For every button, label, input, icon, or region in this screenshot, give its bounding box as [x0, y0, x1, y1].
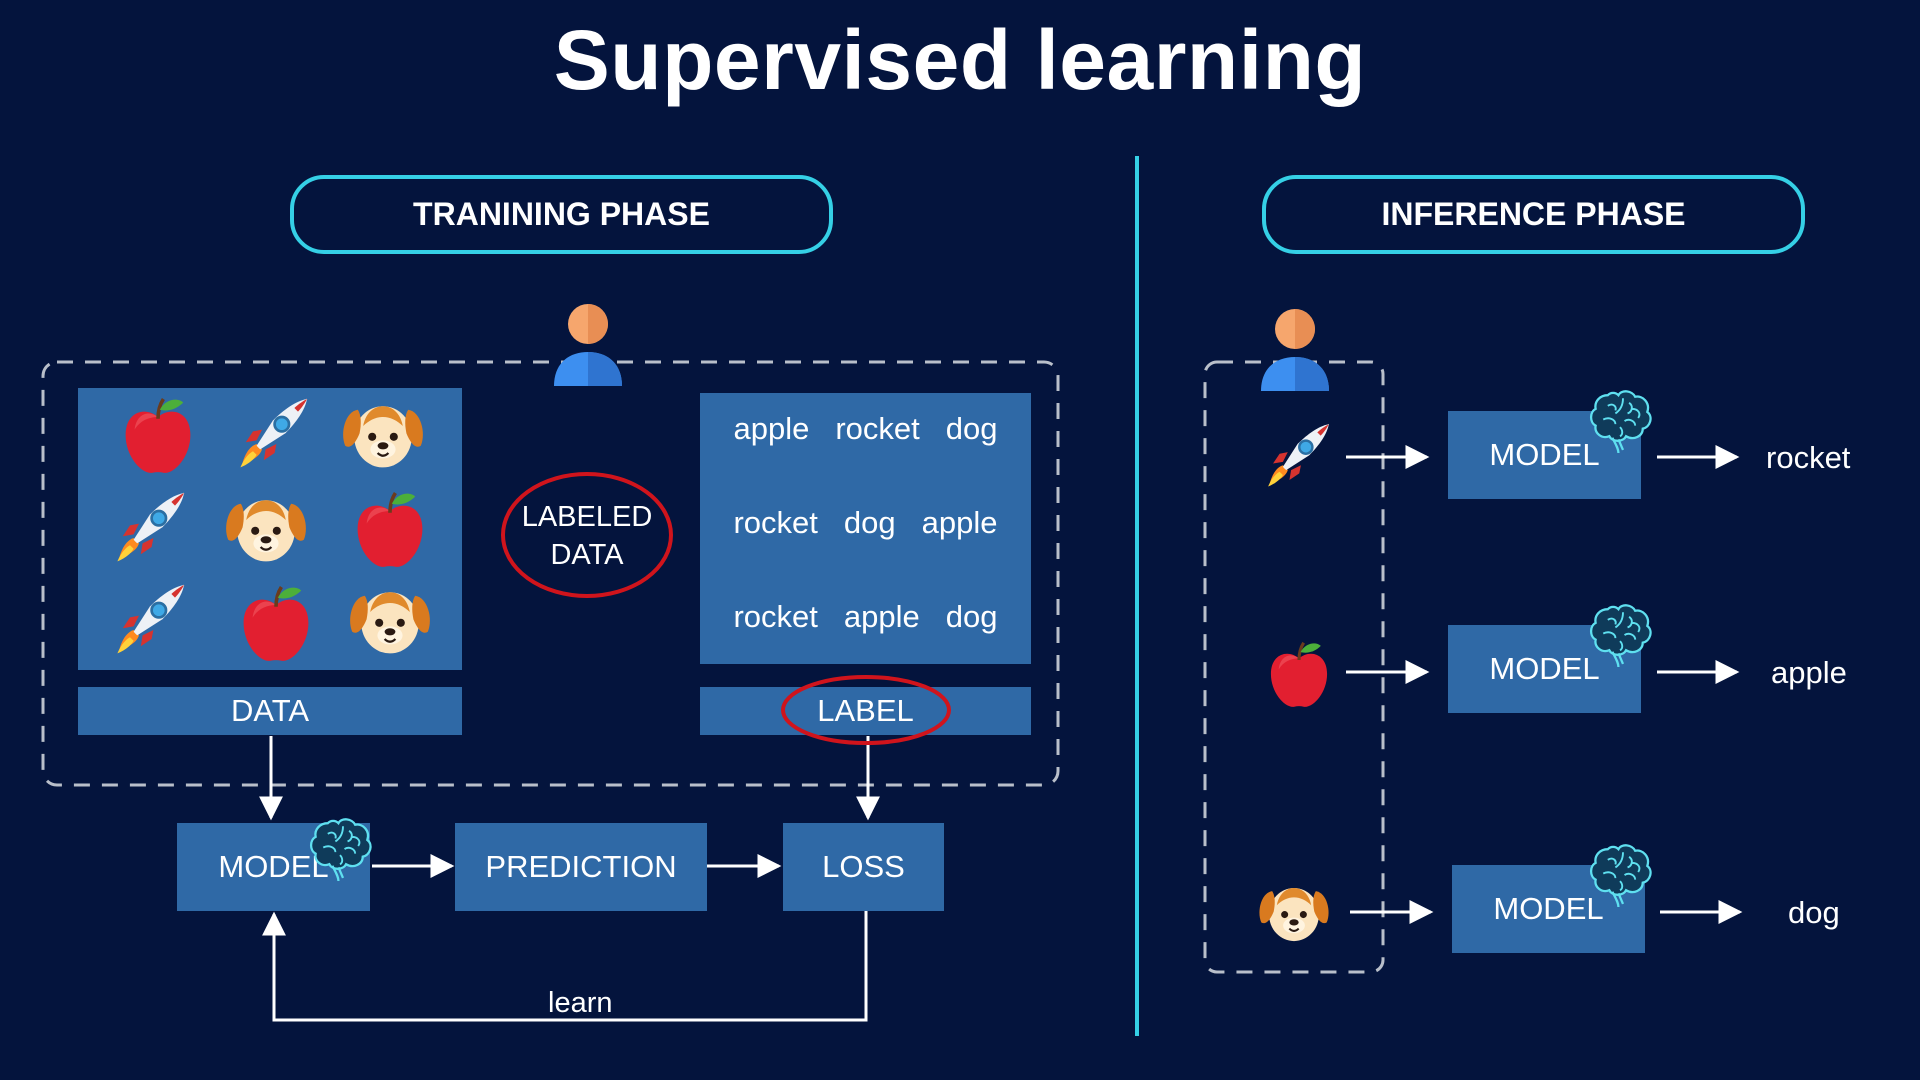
rocket-icon — [1268, 423, 1330, 487]
inference-input-1 — [1255, 416, 1337, 498]
brain-icon — [1589, 390, 1652, 454]
loss-box: LOSS — [783, 823, 944, 911]
labeled-data-line-2: DATA — [550, 539, 624, 571]
grid-cell-1-0 — [98, 484, 198, 574]
apple-icon — [1270, 641, 1328, 707]
inference-output-1: rocket — [1766, 440, 1851, 475]
user-icon — [1261, 309, 1329, 391]
training-phase-header: TRANINING PHASE — [290, 175, 833, 254]
grid-cell-0-0 — [108, 390, 208, 480]
inference-input-2 — [1260, 635, 1338, 713]
inference-phase-header: INFERENCE PHASE — [1262, 175, 1805, 254]
grid-cell-2-1 — [226, 578, 326, 668]
dog-icon — [343, 406, 423, 468]
brain-icon — [1585, 380, 1661, 456]
grid-cell-2-0 — [98, 576, 198, 666]
rocket-icon — [240, 398, 308, 468]
label-cell: apple — [733, 411, 810, 446]
label-cell: rocket — [733, 599, 818, 634]
apple-icon — [243, 586, 309, 661]
label-cell: dog — [945, 599, 998, 634]
brain-icon — [1589, 844, 1652, 908]
labeled-data-text: LABELED DATA — [497, 498, 677, 574]
apple-icon — [125, 398, 191, 473]
dog-icon — [1259, 888, 1329, 942]
inference-output-2: apple — [1771, 655, 1847, 690]
brain-icon — [309, 818, 372, 882]
rocket-icon — [117, 584, 185, 654]
prediction-box: PREDICTION — [455, 823, 707, 911]
grid-cell-1-2 — [340, 484, 440, 574]
label-highlight-ellipse — [781, 675, 951, 745]
label-row-3: rocket apple dog — [700, 599, 1031, 635]
grid-cell-1-1 — [216, 484, 316, 574]
training-data-grid — [78, 388, 462, 670]
dog-icon — [350, 592, 430, 654]
grid-cell-0-2 — [333, 390, 433, 480]
data-caption-box: DATA — [78, 687, 462, 735]
label-cell: rocket — [835, 411, 920, 446]
prediction-label: PREDICTION — [485, 849, 677, 884]
apple-icon — [357, 492, 423, 567]
dog-icon — [226, 500, 306, 562]
brain-icon — [1585, 834, 1661, 910]
label-row-2: rocket dog apple — [700, 505, 1031, 541]
data-caption: DATA — [230, 693, 310, 728]
brain-icon — [1585, 594, 1661, 670]
label-row-1: apple rocket dog — [700, 411, 1031, 447]
user-icon — [548, 300, 628, 390]
inference-phase-label: INFERENCE PHASE — [1381, 196, 1686, 232]
model-label: MODEL — [1489, 651, 1600, 686]
label-cell: apple — [843, 599, 920, 634]
label-cell: dog — [843, 505, 896, 540]
brain-icon — [305, 808, 381, 884]
loss-label: LOSS — [822, 849, 905, 884]
rocket-icon — [117, 492, 185, 562]
training-phase-label: TRANINING PHASE — [413, 196, 710, 232]
inference-output-3: dog — [1788, 895, 1840, 930]
inference-input-3 — [1252, 874, 1336, 952]
label-cell: apple — [921, 505, 998, 540]
grid-cell-0-1 — [221, 390, 321, 480]
brain-icon — [1589, 604, 1652, 668]
label-cell: rocket — [733, 505, 818, 540]
grid-cell-2-2 — [340, 576, 440, 666]
model-label: MODEL — [1489, 437, 1600, 472]
labeled-data-line-1: LABELED — [521, 501, 653, 533]
page-title: Supervised learning — [553, 13, 1367, 107]
label-cell: dog — [945, 411, 998, 446]
slide: Supervised learning TRANINING PHASE INFE… — [0, 0, 1920, 1080]
learn-label: learn — [548, 987, 613, 1019]
user-icon — [554, 304, 622, 386]
training-label-grid: apple rocket dog rocket dog apple rocket… — [700, 393, 1031, 664]
user-icon — [1255, 305, 1335, 395]
